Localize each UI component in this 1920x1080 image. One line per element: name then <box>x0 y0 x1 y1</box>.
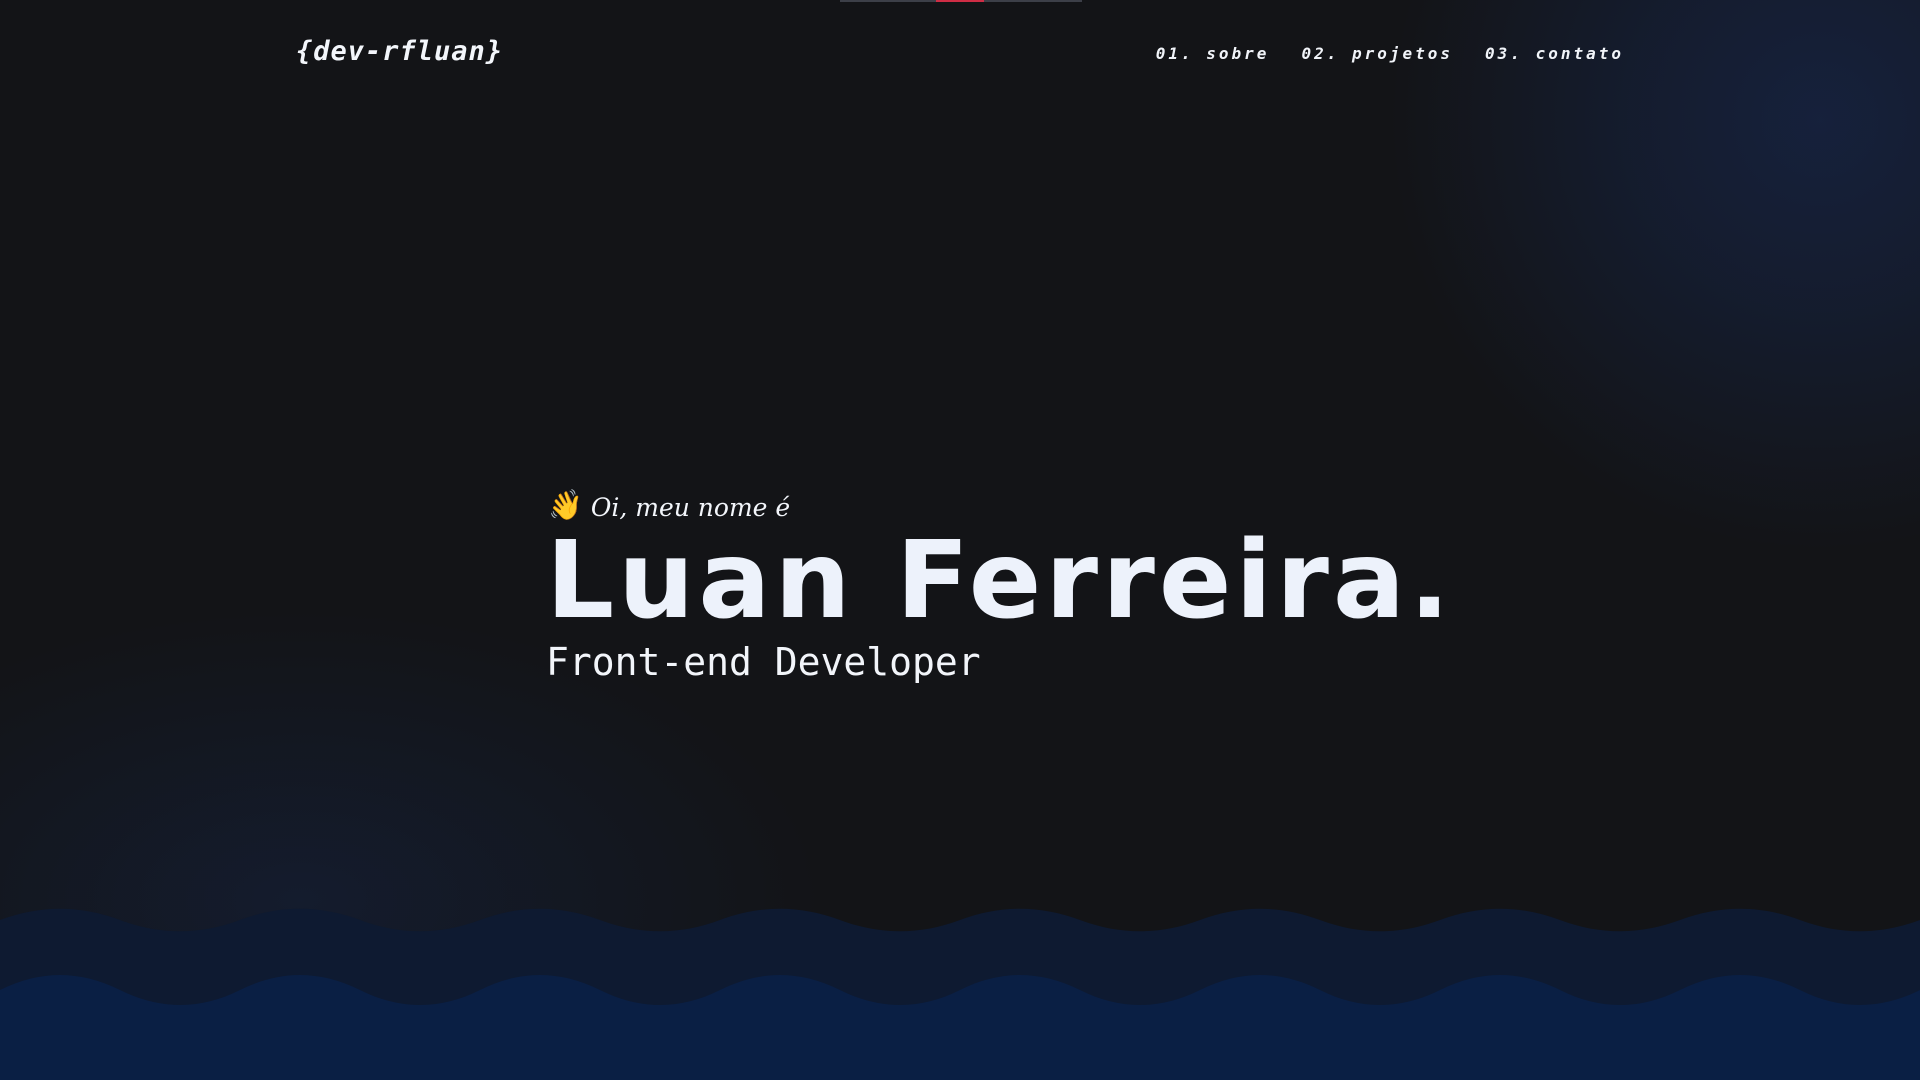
nav-link-sobre[interactable]: 01. sobre <box>1156 44 1270 63</box>
nav-link-contato[interactable]: 03. contato <box>1485 44 1624 63</box>
main-nav: 01. sobre 02. projetos 03. contato <box>1156 44 1624 63</box>
hero-section: 👋 Oi, meu nome é Luan Ferreira. Front-en… <box>542 486 1454 686</box>
site-logo[interactable]: {dev-rfluan} <box>296 36 503 67</box>
site-header: {dev-rfluan} 01. sobre 02. projetos 03. … <box>0 0 1920 110</box>
hero-name: Luan Ferreira. <box>546 519 1454 643</box>
greeting-text: Oi, meu nome é <box>590 492 791 522</box>
hero-role: Front-end Developer <box>546 640 981 685</box>
nav-link-projetos[interactable]: 02. projetos <box>1301 44 1453 63</box>
waving-hand-icon: 👋 <box>542 486 584 527</box>
decorative-waves <box>0 908 1920 1080</box>
